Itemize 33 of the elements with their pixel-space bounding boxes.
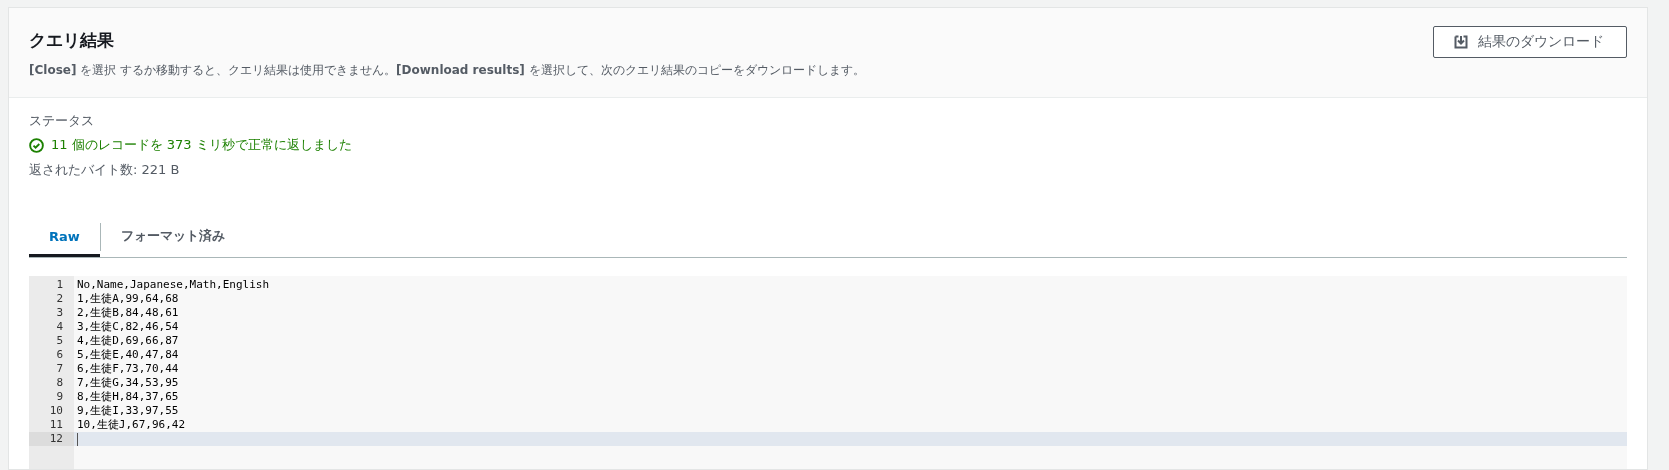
code-line: 5,生徒E,40,47,84 <box>77 348 179 362</box>
code-line: 1,生徒A,99,64,68 <box>77 292 179 306</box>
code-line: 9,生徒I,33,97,55 <box>77 404 179 418</box>
code-line: 2,生徒B,84,48,61 <box>77 306 179 320</box>
code-editor[interactable] <box>29 276 1627 469</box>
line-number: 10 <box>48 404 64 418</box>
line-number: 6 <box>55 348 64 362</box>
download-icon <box>1454 35 1468 49</box>
line-number: 12 <box>29 432 74 446</box>
status-label: ステータス <box>29 112 95 130</box>
code-line: 10,生徒J,67,96,42 <box>77 418 186 432</box>
line-number: 8 <box>55 376 64 390</box>
line-number: 4 <box>55 320 64 334</box>
code-line: 8,生徒H,84,37,65 <box>77 390 179 404</box>
panel-title: クエリ結果 <box>29 29 115 52</box>
code-line: 7,生徒G,34,53,95 <box>77 376 179 390</box>
line-number: 1 <box>55 278 64 292</box>
status-message: 11 個のレコードを 373 ミリ秒で正常に返しました <box>51 136 352 154</box>
code-line: 4,生徒D,69,66,87 <box>77 334 179 348</box>
line-number: 7 <box>55 362 64 376</box>
code-line: No,Name,Japanese,Math,English <box>77 278 270 292</box>
download-button[interactable]: 結果のダウンロード <box>1433 26 1627 58</box>
line-number: 9 <box>55 390 64 404</box>
description-text: [Close] を選択 するか移動すると、クエリ結果は使用できません。[Download results] を選択して、次のクエリ結果のコピーをダウンロードします。 <box>29 62 865 79</box>
code-line: 6,生徒F,73,70,44 <box>77 362 179 376</box>
line-number: 2 <box>55 292 64 306</box>
bytes-returned-text: 返されたバイト数: 221 B <box>29 161 181 179</box>
line-number: 5 <box>55 334 64 348</box>
tab[interactable]: フォーマット済み <box>100 217 245 258</box>
text-cursor <box>77 432 78 446</box>
code-line: 3,生徒C,82,46,54 <box>77 320 179 334</box>
line-number: 11 <box>48 418 64 432</box>
line-number: 3 <box>55 306 64 320</box>
